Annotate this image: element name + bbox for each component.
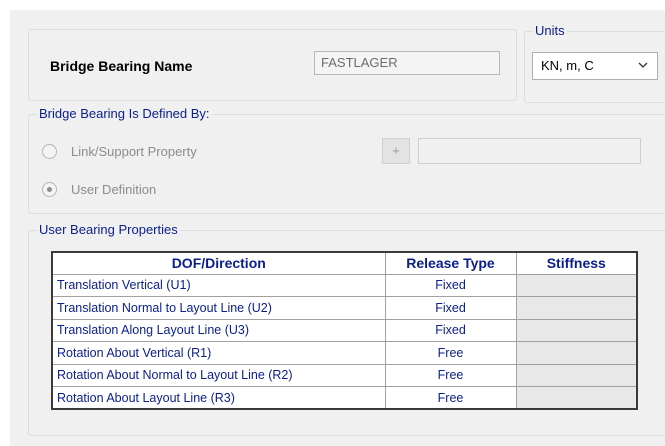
radio-user-definition[interactable]: User Definition <box>42 182 156 197</box>
release-type-cell[interactable]: Fixed <box>384 318 517 342</box>
stiffness-cell <box>515 318 638 342</box>
radio-button[interactable] <box>42 144 57 159</box>
dof-cell: Rotation About Normal to Layout Line (R2… <box>51 363 386 387</box>
bearing-properties-table: DOF/Direction Release Type Stiffness Tra… <box>51 251 638 410</box>
radio-button[interactable] <box>42 182 57 197</box>
defined-by-group: Bridge Bearing Is Defined By: Link/Suppo… <box>28 106 665 214</box>
table-row: Rotation About Vertical (R1) Free <box>51 341 638 365</box>
units-selected-value: KN, m, C <box>541 58 594 73</box>
dof-cell: Translation Normal to Layout Line (U2) <box>51 296 386 320</box>
stiffness-cell <box>515 296 638 320</box>
release-type-cell[interactable]: Fixed <box>384 273 517 297</box>
table-row: Rotation About Normal to Layout Line (R2… <box>51 363 638 387</box>
chevron-down-icon <box>638 62 648 68</box>
table-row: Rotation About Layout Line (R3) Free <box>51 386 638 410</box>
radio-label: User Definition <box>71 182 157 197</box>
user-bearing-properties-group: User Bearing Properties DOF/Direction Re… <box>28 222 665 436</box>
stiffness-cell <box>515 363 638 387</box>
bearing-name-label: Bridge Bearing Name <box>50 58 193 74</box>
dof-cell: Translation Along Layout Line (U3) <box>51 318 386 342</box>
radio-label: Link/Support Property <box>71 144 197 159</box>
user-bearing-properties-legend: User Bearing Properties <box>37 222 180 238</box>
release-type-cell[interactable]: Fixed <box>384 296 517 320</box>
release-type-cell[interactable]: Free <box>384 341 517 365</box>
stiffness-cell <box>515 341 638 365</box>
dof-cell: Rotation About Layout Line (R3) <box>51 386 386 410</box>
bearing-name-field[interactable]: FASTLAGER <box>314 51 500 75</box>
link-property-field[interactable] <box>418 138 641 164</box>
dof-cell: Translation Vertical (U1) <box>51 273 386 297</box>
column-header-stiffness: Stiffness <box>515 251 638 275</box>
table-row: Translation Vertical (U1) Fixed <box>51 273 638 297</box>
radio-link-support-property[interactable]: Link/Support Property <box>42 144 197 159</box>
column-header-release-type: Release Type <box>384 251 517 275</box>
table-row: Translation Along Layout Line (U3) Fixed <box>51 318 638 342</box>
table-header-row: DOF/Direction Release Type Stiffness <box>51 251 638 275</box>
units-group: Units KN, m, C <box>524 23 665 103</box>
units-dropdown[interactable]: KN, m, C <box>532 52 658 80</box>
dof-cell: Rotation About Vertical (R1) <box>51 341 386 365</box>
release-type-cell[interactable]: Free <box>384 363 517 387</box>
column-header-dof: DOF/Direction <box>51 251 386 275</box>
bearing-name-group: Bridge Bearing Name FASTLAGER <box>28 29 517 101</box>
release-type-cell[interactable]: Free <box>384 386 517 410</box>
stiffness-cell <box>515 386 638 410</box>
bridge-bearing-dialog: Bridge Bearing Name FASTLAGER Units KN, … <box>10 10 665 446</box>
stiffness-cell <box>515 273 638 297</box>
units-legend: Units <box>533 23 567 39</box>
defined-by-legend: Bridge Bearing Is Defined By: <box>37 106 212 122</box>
table-row: Translation Normal to Layout Line (U2) F… <box>51 296 638 320</box>
add-link-property-button[interactable]: + <box>382 138 410 164</box>
